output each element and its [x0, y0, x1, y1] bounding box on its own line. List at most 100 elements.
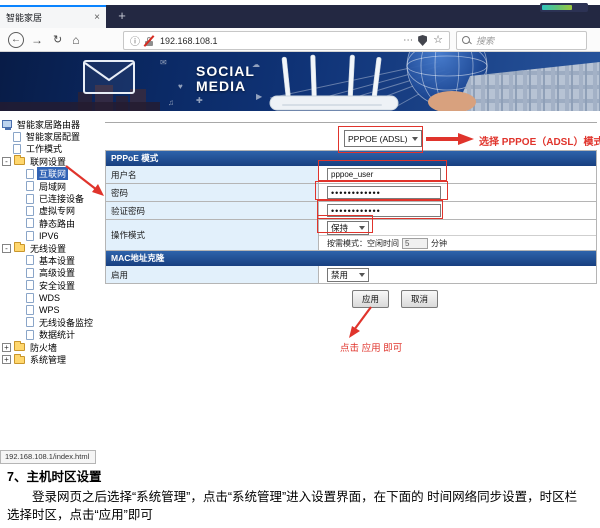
sidebar-item-wireless-monitor[interactable]: 无线设备监控 — [0, 316, 104, 328]
tab-bar: 智能家居 × + — [0, 5, 600, 28]
shield-icon[interactable] — [418, 35, 427, 46]
banner-social-media-text: SOCIAL MEDIA — [196, 64, 255, 94]
sidebar-item-smart-home-config[interactable]: 智能家居配置 — [0, 130, 104, 142]
info-icon[interactable]: ⓘ — [130, 33, 140, 48]
sidebar-item-network-settings[interactable]: - 联网设置 — [0, 155, 104, 167]
main-content: PPPOE (ADSL) PPPoE 模式 用户名 密码 验证密码 — [104, 111, 600, 366]
page-icon — [26, 255, 34, 265]
sidebar-item-firewall[interactable]: + 防火墙 — [0, 341, 104, 353]
operation-mode-label: 操作模式 — [106, 220, 319, 250]
page-icon — [26, 330, 34, 340]
sidebar-item-security-settings[interactable]: 安全设置 — [0, 279, 104, 291]
page-icon — [13, 132, 21, 142]
sidebar-tree: 智能家居路由器 智能家居配置 工作模式 - 联网设置 互联网 局域网 已连接设备 — [0, 111, 104, 371]
pppoe-config-table: PPPoE 模式 用户名 密码 验证密码 操作模式 — [105, 150, 597, 284]
divider — [105, 122, 597, 123]
password-field[interactable] — [327, 186, 441, 199]
folder-icon — [14, 356, 25, 364]
sidebar-item-basic-settings[interactable]: 基本设置 — [0, 254, 104, 266]
page-icon — [26, 194, 34, 204]
page-icon — [26, 231, 34, 241]
collapse-icon[interactable]: - — [2, 244, 11, 253]
expand-icon[interactable]: + — [2, 355, 11, 364]
sidebar-item-internet[interactable]: 互联网 — [0, 168, 104, 180]
button-row: 应用 取消 — [352, 290, 438, 308]
sidebar-item-root[interactable]: 智能家居路由器 — [0, 118, 104, 130]
doc-heading: 7、主机时区设置 — [7, 466, 587, 485]
folder-icon — [14, 244, 25, 252]
home-icon[interactable]: ⌂ — [72, 33, 79, 47]
banner-doodle-icon: ▶ — [256, 92, 262, 101]
sidebar-item-wds[interactable]: WDS — [0, 291, 104, 303]
operation-mode-select[interactable]: 保持 — [327, 221, 369, 235]
table-row-enable: 启用 禁用 — [105, 266, 597, 284]
mac-clone-section-header: MAC地址克隆 — [105, 251, 597, 266]
banner-doodle-icon: ♥ — [178, 82, 183, 91]
doc-paragraph: 登录网页之后选择“系统管理”，点击“系统管理”进入设置界面，在下面的 时间网络同… — [7, 489, 587, 524]
mini-progress-bar — [540, 3, 588, 12]
page-icon — [26, 218, 34, 228]
table-row-username: 用户名 — [105, 166, 597, 184]
sidebar-item-data-statistics[interactable]: 数据统计 — [0, 329, 104, 341]
pppoe-section-header: PPPoE 模式 — [105, 151, 597, 166]
enable-label: 启用 — [106, 266, 319, 283]
banner-doodle-icon: ✉ — [160, 58, 167, 67]
new-tab-button[interactable]: + — [112, 5, 132, 28]
collapse-icon[interactable]: - — [2, 157, 11, 166]
banner-doodle-icon: ☁ — [252, 60, 260, 69]
back-icon[interactable]: ← — [8, 32, 24, 48]
password-label: 密码 — [106, 184, 319, 201]
navigation-bar: ← → ↻ ⌂ ⓘ 192.168.108.1 ⋯ ☆ 搜索 — [0, 28, 600, 52]
apply-button[interactable]: 应用 — [352, 290, 389, 308]
verify-password-field[interactable] — [327, 204, 441, 217]
page-icon — [26, 280, 34, 290]
expand-icon[interactable]: + — [2, 343, 11, 352]
sidebar-item-static-route[interactable]: 静态路由 — [0, 217, 104, 229]
verify-password-label: 验证密码 — [106, 202, 319, 219]
page-icon — [26, 293, 34, 303]
on-demand-label: 按需模式：空闲时间 — [327, 238, 399, 249]
page-icon — [26, 169, 34, 179]
sidebar-item-wps[interactable]: WPS — [0, 304, 104, 316]
sidebar-item-vpn[interactable]: 虚拟专网 — [0, 205, 104, 217]
chevron-down-icon — [412, 137, 418, 144]
url-text[interactable]: 192.168.108.1 — [160, 36, 398, 46]
insecure-lock-icon — [144, 35, 155, 47]
page-icon — [13, 144, 21, 154]
banner-doodle-icon: ♫ — [168, 98, 174, 107]
banner-image: SOCIAL MEDIA ✉ ♥ ☁ ▶ ✚ ♫ — [0, 52, 600, 111]
idle-time-field[interactable] — [402, 238, 428, 249]
table-row-operation-mode: 操作模式 保持 按需模式：空闲时间 分钟 — [105, 220, 597, 251]
tab-close-icon[interactable]: × — [94, 12, 100, 23]
sidebar-item-work-mode[interactable]: 工作模式 — [0, 143, 104, 155]
browser-tab[interactable]: 智能家居 × — [0, 5, 106, 28]
wan-mode-select[interactable]: PPPOE (ADSL) — [344, 130, 422, 147]
sidebar-item-ipv6[interactable]: IPV6 — [0, 230, 104, 242]
table-row-password: 密码 — [105, 184, 597, 202]
reload-icon[interactable]: ↻ — [53, 33, 62, 46]
username-label: 用户名 — [106, 166, 319, 183]
search-bar[interactable]: 搜索 — [456, 31, 587, 50]
page-actions-icon[interactable]: ⋯ — [403, 35, 413, 46]
bookmark-star-icon[interactable]: ☆ — [433, 35, 443, 46]
router-icon — [2, 120, 12, 128]
sidebar-item-advanced-settings[interactable]: 高级设置 — [0, 267, 104, 279]
enable-value: 禁用 — [331, 269, 348, 281]
sidebar-item-connected-devices[interactable]: 已连接设备 — [0, 192, 104, 204]
search-placeholder: 搜索 — [476, 34, 494, 47]
cancel-button[interactable]: 取消 — [401, 290, 438, 308]
forward-icon[interactable]: → — [31, 33, 43, 47]
sidebar-item-lan[interactable]: 局域网 — [0, 180, 104, 192]
url-bar[interactable]: ⓘ 192.168.108.1 ⋯ ☆ — [123, 31, 450, 50]
wan-mode-value: PPPOE (ADSL) — [348, 134, 408, 144]
chevron-down-icon — [359, 273, 365, 280]
chevron-down-icon — [359, 226, 365, 233]
enable-select[interactable]: 禁用 — [327, 268, 369, 282]
search-icon — [462, 36, 472, 46]
sidebar-item-system-management[interactable]: + 系统管理 — [0, 353, 104, 365]
page: 智能家居 × + ← → ↻ ⌂ ⓘ 192.168.108.1 ⋯ ☆ 搜索 — [0, 0, 600, 528]
page-icon — [26, 317, 34, 327]
username-field[interactable] — [327, 168, 441, 181]
sidebar-item-wireless-settings[interactable]: - 无线设置 — [0, 242, 104, 254]
banner-graphics — [0, 52, 600, 111]
